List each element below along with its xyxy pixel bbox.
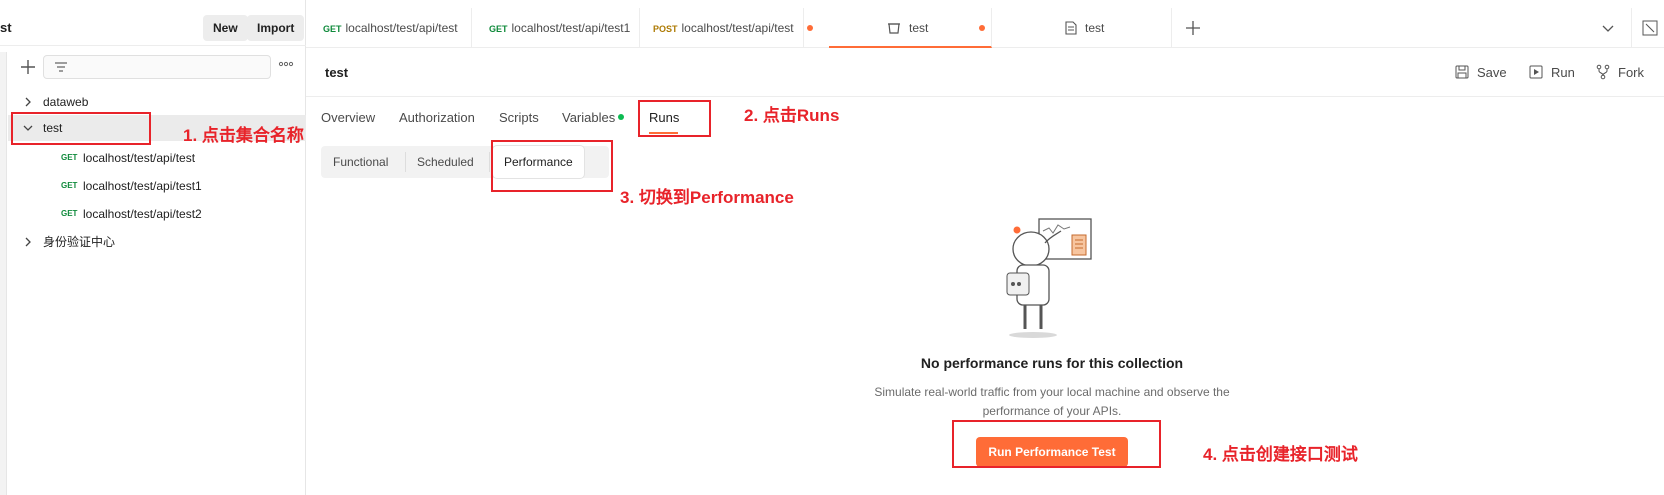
segment-divider [405, 152, 406, 172]
tab-label: localhost/test/api/test [681, 21, 794, 35]
annotation-step1: 1. 点击集合名称 [183, 126, 304, 145]
tab-label: test [1085, 21, 1105, 35]
fork-icon [1596, 64, 1610, 80]
sidebar-toolbar [0, 52, 306, 86]
annotation-box-runs [638, 100, 711, 137]
tab-request[interactable]: GET localhost/test/api/test1 [472, 8, 640, 48]
segment-scheduled[interactable]: Scheduled [417, 146, 474, 178]
method-badge: GET [61, 153, 78, 162]
method-badge: GET [323, 24, 342, 34]
tab-bar: GET localhost/test/api/test GET localhost/… [306, 8, 1664, 48]
side-panel-icon[interactable] [1642, 20, 1658, 36]
tabbar-divider [1631, 8, 1632, 48]
tab-collection-test[interactable]: test [829, 8, 992, 48]
tab-request[interactable]: POST localhost/test/api/test [640, 8, 804, 48]
request-item[interactable]: GET localhost/test/api/test2 [8, 201, 306, 227]
annotation-box-performance [491, 140, 613, 192]
more-options-icon[interactable] [278, 60, 294, 68]
collection-item-auth-center[interactable]: 身份验证中心 [8, 229, 306, 255]
annotation-step3: 3. 切换到Performance [620, 188, 794, 207]
subtab-overview[interactable]: Overview [321, 110, 375, 125]
segment-divider [489, 152, 490, 172]
subtab-scripts[interactable]: Scripts [499, 110, 539, 125]
tab-label: test [909, 21, 929, 35]
tab-document-test[interactable]: test [992, 8, 1172, 48]
save-label: Save [1477, 65, 1507, 80]
empty-state-description: Simulate real-world traffic from your lo… [874, 385, 1230, 418]
chevron-down-icon[interactable] [1602, 23, 1614, 33]
request-item[interactable]: GET localhost/test/api/test1 [8, 173, 306, 199]
unsaved-dot [807, 25, 813, 31]
save-icon [1455, 65, 1469, 79]
subtabs-divider [306, 96, 1664, 97]
method-badge: GET [61, 181, 78, 190]
collection-label: 身份验证中心 [43, 235, 116, 249]
tab-label: localhost/test/api/test [345, 21, 458, 35]
new-button[interactable]: New [203, 15, 248, 41]
astronaut-illustration [1006, 218, 1092, 338]
collection-icon [888, 23, 900, 34]
annotation-step2: 2. 点击Runs [744, 106, 840, 125]
annotation-step4: 4. 点击创建接口测试 [1203, 445, 1358, 464]
plus-icon[interactable] [19, 58, 37, 76]
import-button[interactable]: Import [247, 15, 305, 41]
request-item[interactable]: GET localhost/test/api/test [8, 145, 306, 171]
filter-input[interactable] [43, 55, 271, 79]
chevron-right-icon [25, 237, 31, 247]
request-label: localhost/test/api/test [83, 151, 196, 165]
subtab-variables[interactable]: Variables [562, 110, 615, 125]
collection-title: test [325, 65, 349, 80]
run-label: Run [1551, 65, 1575, 80]
segment-functional[interactable]: Functional [333, 146, 388, 178]
empty-state-title: No performance runs for this collection [920, 355, 1184, 371]
workspace-title: st [0, 20, 12, 35]
method-badge: GET [489, 24, 508, 34]
sidebar: st New Import dataweb test GET localhost… [0, 0, 306, 495]
method-badge: GET [61, 209, 78, 218]
annotation-box-collection [11, 112, 151, 145]
annotation-box-run-button [952, 420, 1161, 468]
filter-icon [55, 62, 67, 72]
tab-request[interactable]: GET localhost/test/api/test [306, 8, 472, 48]
tab-label: localhost/test/api/test1 [511, 21, 631, 35]
variables-status-dot [618, 114, 624, 120]
workspace-header: st New Import [0, 8, 306, 46]
fork-label: Fork [1618, 65, 1644, 80]
request-label: localhost/test/api/test2 [83, 207, 202, 221]
request-label: localhost/test/api/test1 [83, 179, 202, 193]
run-icon [1529, 65, 1543, 79]
subtab-authorization[interactable]: Authorization [399, 110, 475, 125]
new-tab-plus-icon[interactable] [1185, 20, 1201, 36]
method-badge: POST [653, 24, 678, 34]
chevron-right-icon [25, 97, 31, 107]
document-icon [1065, 21, 1077, 35]
sidebar-nav-strip [0, 52, 7, 495]
unsaved-dot [979, 25, 985, 31]
